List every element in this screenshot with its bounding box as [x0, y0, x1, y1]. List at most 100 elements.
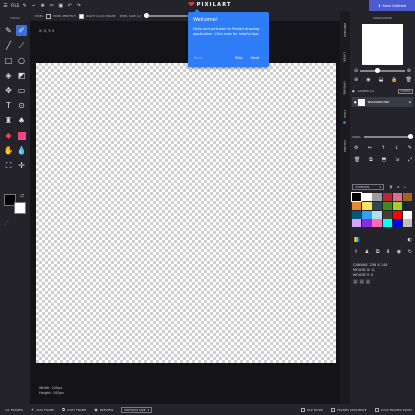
save-button[interactable]: ⬇ Save Untitled [369, 0, 415, 11]
visibility-icon[interactable]: ◉ [366, 77, 370, 83]
opacity-knob[interactable] [408, 134, 413, 140]
navigation-preview[interactable] [362, 24, 403, 65]
zoom-knob[interactable] [375, 68, 381, 74]
eraser-color-tool-icon[interactable]: ◆ [3, 130, 14, 141]
person-icon[interactable]: ♟ [365, 249, 369, 255]
palette-swatch[interactable] [372, 201, 382, 210]
cut-icon[interactable]: ✂ [48, 2, 55, 9]
bucket-tool-icon[interactable]: ◈ [3, 70, 14, 81]
tab-layer[interactable]: LAYER [340, 46, 350, 68]
tab-preview[interactable]: PREVIEW [340, 19, 350, 41]
drawing-canvas[interactable] [36, 63, 336, 363]
palette-swatch[interactable] [402, 201, 413, 210]
wheel-icon[interactable]: ◐ [408, 237, 412, 243]
copy-icon[interactable]: ⧉ [376, 249, 380, 255]
palette-swatch[interactable] [402, 219, 413, 228]
palette-swatch[interactable] [362, 210, 372, 219]
text-tool-icon[interactable]: T [3, 100, 14, 111]
palette-swatch[interactable] [392, 193, 403, 201]
gradient-tool-icon[interactable] [16, 130, 27, 141]
palette-swatch[interactable] [352, 201, 362, 210]
lock-frames-toggle[interactable]: LOCK FRAMES ROWS [374, 407, 412, 412]
refresh-icon[interactable]: ↻ [408, 249, 412, 255]
lock-frames-checkbox[interactable] [374, 407, 379, 412]
preview-button[interactable]: ◉ PREVIEW [94, 407, 113, 412]
palette-swatch[interactable] [402, 210, 413, 219]
record-icon[interactable]: ◉ [397, 249, 401, 255]
tile-mode-checkbox[interactable] [300, 407, 305, 412]
palette-swatch[interactable] [362, 201, 372, 210]
pan-tool-icon[interactable]: ✛ [16, 160, 27, 171]
smudge-tool-icon[interactable]: ✋ [3, 145, 14, 156]
swap-colors-icon[interactable]: ⇄ [20, 193, 24, 199]
frames-count[interactable]: 1/1 FRAMES [5, 408, 23, 412]
selection-tool-icon[interactable]: ⛶ [3, 160, 14, 171]
tile-mode-toggle[interactable]: TILE MODE [300, 407, 323, 412]
lasso-tool-icon[interactable]: ⊙ [16, 100, 27, 111]
palette-swatch[interactable] [372, 210, 382, 219]
filters-button[interactable]: FILTERS [397, 88, 413, 94]
add-frame-button[interactable]: + ADD FRAME [31, 407, 54, 412]
square-tool-icon[interactable]: □ [3, 55, 14, 66]
secondary-color[interactable] [14, 202, 26, 214]
pixel-size-slider[interactable] [143, 13, 194, 18]
palette-swatch[interactable] [382, 193, 392, 201]
duplicate-icon[interactable]: ⧉ [369, 157, 373, 163]
lock-icon[interactable]: 🔒 [391, 77, 397, 83]
opacity-slider[interactable] [363, 134, 413, 140]
color-picker-icon[interactable] [354, 237, 360, 242]
pixel-perfect-checkbox[interactable] [46, 13, 52, 19]
upload-icon[interactable]: ⇪ [354, 249, 358, 255]
reset-colors-icon[interactable]: ⋰ [4, 220, 9, 226]
shade-tool-icon[interactable]: ◩ [16, 70, 27, 81]
merge-icon[interactable]: ⬓ [379, 77, 384, 83]
pencil-tool-icon[interactable]: ✎ [3, 25, 14, 36]
circle-tool-icon[interactable]: ○ [16, 55, 27, 66]
palette-swatch[interactable] [382, 219, 392, 228]
frames-sequence-toggle[interactable]: FRAMES SEQUENCE [331, 407, 367, 412]
tab-options[interactable]: OPTIONS [340, 77, 350, 99]
palette-swatch[interactable] [382, 210, 392, 219]
palette-swatch[interactable] [372, 219, 382, 228]
palette-delete-icon[interactable]: 🗑 [389, 185, 393, 189]
brush-tool-icon[interactable]: ♠ [16, 115, 27, 126]
rect-tool-icon[interactable]: ▭ [16, 85, 27, 96]
export-icon[interactable]: ⇲ [395, 157, 399, 163]
line-tool-icon[interactable]: ╱ [3, 40, 14, 51]
edit-icon[interactable]: ✎ [408, 145, 412, 151]
right-click-erase-checkbox[interactable] [78, 13, 84, 19]
palette-select[interactable]: COMMON ▾ [352, 183, 384, 190]
eyedropper-tool-icon[interactable]: 💧 [16, 145, 27, 156]
move-down-icon[interactable]: ↓ [394, 145, 398, 151]
frames-sequence-checkbox[interactable] [331, 407, 336, 412]
layer-eye-icon[interactable]: ● [354, 100, 357, 104]
expand-icon[interactable]: ⤢ [408, 157, 412, 163]
bucket-icon[interactable]: ▣ [57, 2, 64, 9]
preview-size-select[interactable]: PREVIEW SIZE ▾ [121, 406, 153, 413]
move-tool-icon[interactable]: ✥ [3, 85, 14, 96]
trash-icon[interactable]: 🗑 [354, 157, 360, 163]
copy-frame-button[interactable]: ⧉ COPY FRAME [62, 407, 86, 412]
palette-settings-icon[interactable]: ⚙ [397, 185, 400, 189]
palette-swatch[interactable] [392, 201, 403, 210]
palette-swatch[interactable] [350, 192, 363, 202]
skip-button[interactable]: Skip [235, 56, 242, 60]
zoom-out-icon[interactable]: ⊖ [354, 68, 358, 74]
delete-layer-icon[interactable]: 🗑 [406, 77, 412, 83]
palette-swatch[interactable] [392, 219, 403, 228]
merge-down-icon[interactable]: ⬒ [381, 157, 386, 163]
layer-settings-icon[interactable]: ⚙ [354, 145, 358, 151]
file-menu[interactable]: FILE [11, 3, 19, 8]
next-button[interactable]: Next [251, 56, 259, 60]
move-up-icon[interactable]: ↑ [381, 145, 385, 151]
slider-knob[interactable] [143, 13, 149, 18]
download-icon[interactable]: ⬇ [386, 249, 390, 255]
brand-logo[interactable]: ❤ PIXILART [188, 1, 232, 9]
menu-icon[interactable]: ☰ [2, 2, 9, 9]
stamp-tool-icon[interactable]: ♜ [3, 115, 14, 126]
layer-menu-icon[interactable]: ≡ [408, 100, 411, 104]
redo-icon[interactable]: ↷ [75, 2, 82, 9]
tab-colors[interactable]: COLORS [340, 135, 350, 157]
flip-h-icon[interactable]: ↔ [368, 145, 372, 151]
undo-icon[interactable]: ↶ [66, 2, 73, 9]
